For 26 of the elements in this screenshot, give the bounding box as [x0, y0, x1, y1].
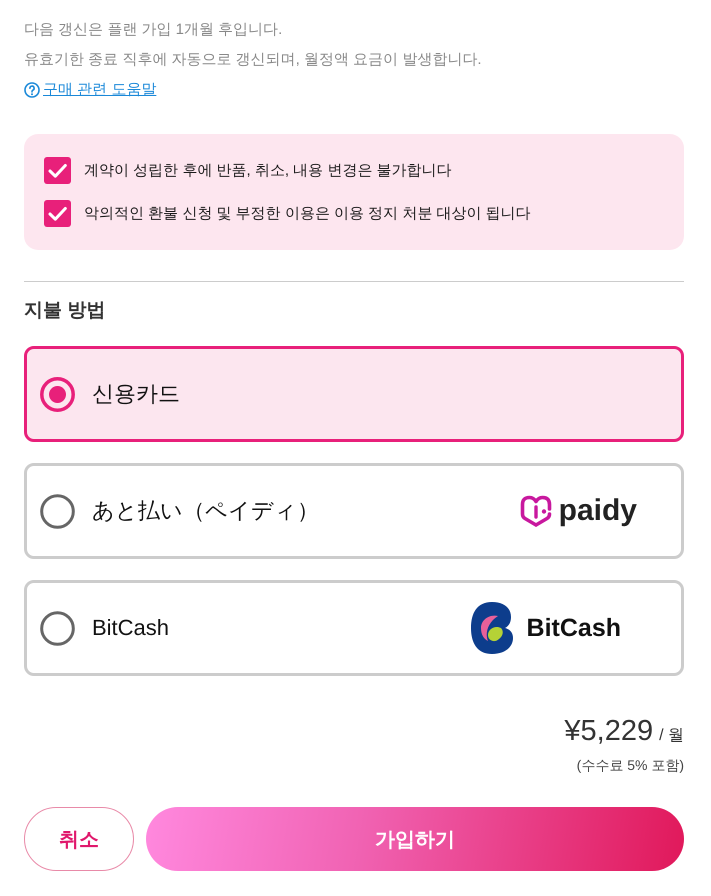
notice-text: 다음 갱신은 플랜 가입 1개월 후입니다. [24, 20, 284, 40]
radio-button[interactable] [40, 494, 75, 528]
checkbox[interactable] [44, 157, 71, 184]
option-label: あと払い（ペイディ） [92, 497, 319, 525]
checkbox[interactable] [44, 200, 71, 227]
radio-button[interactable] [40, 376, 75, 412]
option-label: 신용카드 [92, 380, 180, 408]
agreement-text: 악의적인 환불 신청 및 부정한 이용은 이용 정지 처분 대상이 됩니다 [84, 204, 531, 224]
payment-option[interactable]: BitCash BitCash [24, 580, 684, 676]
logo-text: paidy [558, 494, 637, 528]
swirl-logo-icon [470, 601, 514, 655]
payment-option[interactable]: 신용카드 [24, 346, 684, 442]
help-link[interactable]: 구매 관련 도움말 [43, 80, 156, 100]
help-icon [24, 82, 40, 98]
option-label: BitCash [92, 614, 170, 642]
section-title: 지불 방법 [24, 299, 106, 323]
price-period: / 월 [659, 726, 684, 746]
radio-button[interactable] [40, 610, 75, 646]
price-amount: ¥5,229 [564, 714, 654, 749]
payment-option[interactable]: あと払い（ペイディ） paidy [24, 463, 684, 559]
agreement-text: 계약이 성립한 후에 반품, 취소, 내용 변경은 불가합니다 [84, 160, 452, 180]
fee-note: (수수료 5% 포함) [576, 756, 684, 775]
logo-text: BitCash [526, 613, 621, 643]
heart-logo-icon [518, 493, 553, 529]
cancel-button[interactable]: 취소 [24, 807, 134, 871]
notice-text: 유효기한 종료 직후에 자동으로 갱신되며, 월정액 요금이 발생합니다. [24, 50, 483, 70]
